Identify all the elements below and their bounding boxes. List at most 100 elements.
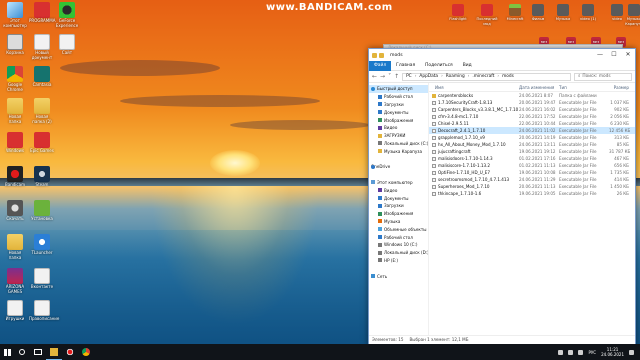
nav-item[interactable]: Рабочий стол bbox=[369, 93, 428, 101]
file-row[interactable]: carpentersblocks 24.06.2021 8:07 Папка с ф… bbox=[429, 92, 635, 99]
file-row[interactable]: hx_All_About_Money_Mod_1.7.10 24.06.2021 … bbox=[429, 141, 635, 148]
column-header-type[interactable]: Тип bbox=[559, 85, 609, 90]
nav-item[interactable]: Документы bbox=[369, 194, 428, 202]
tab-home[interactable]: Главная bbox=[391, 61, 420, 71]
nav-item[interactable]: Видео bbox=[369, 186, 428, 194]
desktop-shortcut[interactable]: video (1) bbox=[576, 4, 600, 22]
minimize-button[interactable]: — bbox=[593, 49, 607, 61]
file-row[interactable]: thkincape_1.7.10-1.6 19.06.2021 19:05 Exec… bbox=[429, 190, 635, 197]
desktop-shortcut[interactable]: Корзина bbox=[2, 34, 28, 56]
up-arrow-icon[interactable]: ↑ bbox=[394, 73, 399, 80]
nav-item[interactable]: Локальный диск (C:) bbox=[369, 140, 428, 148]
nav-item[interactable]: Рабочий стол bbox=[369, 233, 428, 241]
desktop-shortcut[interactable]: Google Chrome bbox=[2, 66, 28, 92]
tab-file[interactable]: Файл bbox=[369, 60, 392, 71]
column-header-name[interactable]: Имя bbox=[429, 85, 519, 90]
nav-item[interactable]: OneDrive bbox=[369, 163, 428, 171]
file-row[interactable]: jujucraftingcraft 19.06.2021 19:12 Executa… bbox=[429, 148, 635, 155]
navigation-pane[interactable]: Быстрый доступ Рабочий стол Загрузки Докуме… bbox=[369, 83, 429, 335]
maximize-button[interactable]: ☐ bbox=[607, 49, 621, 61]
desktop-shortcut[interactable]: Фильм bbox=[526, 4, 550, 22]
breadcrumb-appdata[interactable]: AppData bbox=[419, 74, 438, 79]
nav-item[interactable]: Изображения bbox=[369, 210, 428, 218]
file-row[interactable]: Decocraft_2.4.1_1.7.10 24.06.2021 11:02 Ex… bbox=[429, 127, 635, 134]
nav-item[interactable]: ЗАГРУЗКИ bbox=[369, 132, 428, 140]
nav-item[interactable]: Локальный диск (D:) bbox=[369, 249, 428, 257]
desktop-shortcut[interactable]: Новый документ bbox=[29, 34, 55, 60]
network-icon[interactable] bbox=[568, 349, 574, 355]
nav-item[interactable]: Сеть bbox=[369, 272, 428, 280]
file-row[interactable]: OptiFine-1.7.10_HD_U_E7 19.06.2021 10:08 E… bbox=[429, 169, 635, 176]
taskbar-bandicam[interactable] bbox=[62, 344, 78, 360]
volume-icon[interactable] bbox=[578, 349, 584, 355]
desktop-shortcut[interactable]: Minecraft bbox=[503, 4, 527, 22]
nav-item[interactable]: Видео bbox=[369, 124, 428, 132]
desktop-shortcut[interactable]: Bandicam bbox=[2, 166, 28, 188]
desktop-shortcut[interactable]: GeForce Experience bbox=[54, 2, 80, 28]
folder-icon[interactable] bbox=[372, 52, 377, 58]
nav-item[interactable]: Быстрый доступ bbox=[369, 85, 428, 93]
forward-arrow-icon[interactable]: → bbox=[380, 73, 385, 80]
nav-item[interactable]: Музыка Карапуза bbox=[369, 147, 428, 155]
desktop-shortcut[interactable]: Установка bbox=[29, 200, 55, 222]
nav-item[interactable]: Объемные объекты bbox=[369, 225, 428, 233]
taskbar-chrome[interactable] bbox=[78, 344, 94, 360]
file-row[interactable]: secretroomsmod_1.7.10_4.7.1.413 24.06.202… bbox=[429, 176, 635, 183]
file-row[interactable]: Chisel-2.9.5.11 22.06.2021 10:44 Executabl… bbox=[429, 120, 635, 127]
chevron-up-icon[interactable] bbox=[558, 349, 564, 355]
file-row[interactable]: grapplemod_1.7.10_v9 20.06.2021 14:19 Exec… bbox=[429, 134, 635, 141]
column-header-size[interactable]: Размер bbox=[609, 85, 631, 90]
nav-item[interactable]: Изображения bbox=[369, 116, 428, 124]
nav-item[interactable]: Этот компьютер bbox=[369, 179, 428, 187]
file-row[interactable]: Superheroes_Mod_1.7.10 20.06.2021 11:13 Ex… bbox=[429, 183, 635, 190]
file-explorer-window[interactable]: mods — ☐ ✕ Файл Главная Поделиться Вид ←… bbox=[368, 48, 636, 346]
desktop-shortcut[interactable]: Новая папка bbox=[2, 98, 28, 124]
clock[interactable]: 11:21 24.06.2021 bbox=[601, 347, 624, 357]
taskbar-search-button[interactable] bbox=[14, 344, 30, 360]
folder-icon[interactable] bbox=[379, 52, 384, 58]
taskbar-file-explorer[interactable] bbox=[46, 344, 62, 360]
breadcrumb-mods[interactable]: mods bbox=[502, 74, 514, 79]
desktop-shortcut[interactable]: Музыка bbox=[551, 4, 575, 22]
desktop-shortcut[interactable]: Новая папка (2) bbox=[29, 98, 55, 124]
search-input[interactable]: ⌕ Поиск: mods bbox=[574, 72, 632, 81]
file-row[interactable]: Carpenters_Blocks_v3.3.8.1_MC_1.7.10 24.0… bbox=[429, 106, 635, 113]
nav-item[interactable]: Документы bbox=[369, 108, 428, 116]
desktop-shortcut[interactable]: Вконтакте bbox=[29, 268, 55, 290]
desktop-shortcut[interactable]: ARIZONA GAMES bbox=[2, 268, 28, 294]
file-row[interactable]: malisisdoors-1.7.10-1.14.3 01.02.2021 17:… bbox=[429, 155, 635, 162]
desktop-shortcut[interactable]: Epic Games bbox=[29, 132, 55, 154]
desktop-shortcut[interactable]: Последний мод bbox=[475, 4, 499, 26]
notifications-icon[interactable] bbox=[629, 349, 634, 355]
desktop-shortcut[interactable]: PROGRAMMA bbox=[29, 2, 55, 24]
task-view-button[interactable] bbox=[30, 344, 46, 360]
desktop-shortcut[interactable]: Camtasia bbox=[29, 66, 55, 88]
desktop-shortcut[interactable]: Сайт bbox=[54, 34, 80, 56]
nav-item[interactable]: Windows 10 (C:) bbox=[369, 241, 428, 249]
breadcrumb-pc[interactable]: PC bbox=[406, 74, 412, 79]
nav-item[interactable]: HP (E:) bbox=[369, 257, 428, 265]
desktop-shortcut[interactable]: Скачать bbox=[2, 200, 28, 222]
breadcrumb-roaming[interactable]: Roaming bbox=[446, 74, 465, 79]
desktop-shortcut[interactable]: Правописание bbox=[29, 300, 59, 322]
desktop-shortcut[interactable]: Музыка Карапуза bbox=[622, 4, 640, 26]
desktop-shortcut[interactable]: Новая папка bbox=[2, 234, 28, 260]
desktop-shortcut[interactable]: Steam bbox=[29, 166, 55, 188]
file-row[interactable]: malisiscore-1.7.10-1.13.2 01.02.2021 11:1… bbox=[429, 162, 635, 169]
file-list[interactable]: Имя Дата изменения Тип Размер carpenters… bbox=[429, 83, 635, 335]
explorer-titlebar[interactable]: mods — ☐ ✕ bbox=[369, 49, 635, 61]
desktop-shortcut[interactable]: Игрушки bbox=[2, 300, 28, 322]
desktop-shortcut[interactable]: TLauncher bbox=[29, 234, 55, 256]
desktop-shortcut[interactable]: Windows bbox=[2, 132, 28, 154]
nav-item[interactable]: Загрузки bbox=[369, 202, 428, 210]
nav-item[interactable]: Музыка bbox=[369, 218, 428, 226]
recent-chevron-icon[interactable]: ˅ bbox=[388, 73, 391, 80]
start-button[interactable] bbox=[0, 344, 14, 360]
back-arrow-icon[interactable]: ← bbox=[372, 73, 377, 80]
desktop-shortcut[interactable]: Flashlight bbox=[446, 4, 470, 22]
desktop-shortcut[interactable]: Этот компьютер bbox=[2, 2, 28, 28]
tab-share[interactable]: Поделиться bbox=[420, 61, 458, 71]
column-header-date[interactable]: Дата изменения bbox=[519, 85, 559, 90]
file-row[interactable]: 1.7.10SecurityCraft-1.8.13 20.06.2021 19:… bbox=[429, 99, 635, 106]
tab-view[interactable]: Вид bbox=[458, 61, 477, 71]
